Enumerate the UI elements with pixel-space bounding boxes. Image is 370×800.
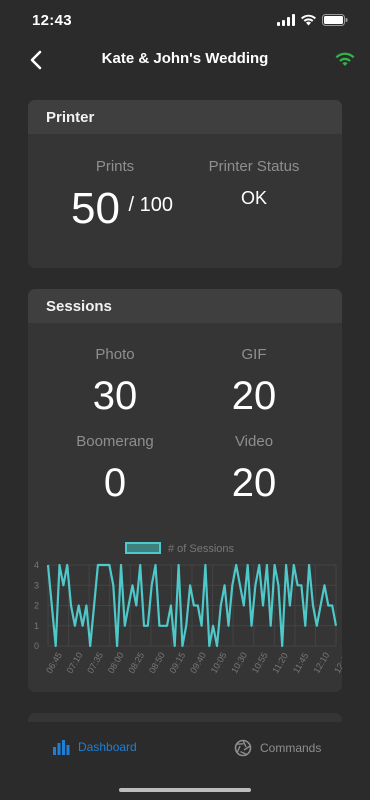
- x-tick-label: 08:50: [147, 650, 167, 675]
- gif-value: 20: [231, 374, 277, 418]
- x-tick-label: 10:05: [209, 650, 229, 675]
- gif-label: GIF: [241, 346, 267, 363]
- status-time: 12:43: [32, 11, 72, 29]
- prints-label: Prints: [95, 158, 135, 175]
- x-tick-label: 06:45: [44, 650, 64, 675]
- x-tick-label: 12:40: [332, 650, 342, 675]
- tab-commands-label: Commands: [260, 741, 322, 755]
- x-tick-label: 08:00: [106, 650, 126, 675]
- connection-wifi-icon[interactable]: [334, 50, 356, 68]
- cellular-signal-icon: [277, 14, 295, 26]
- x-tick-label: 10:30: [229, 650, 249, 675]
- x-tick-label: 10:55: [250, 650, 270, 675]
- x-tick-label: 11:20: [270, 651, 290, 675]
- x-tick-label: 11:45: [291, 651, 311, 675]
- boomerang-label: Boomerang: [76, 433, 154, 450]
- x-tick-label: 09:15: [168, 650, 188, 675]
- bar-chart-icon: [53, 740, 70, 755]
- sessions-card: Sessions Photo 30 GIF 20 Boomerang 0 Vid…: [28, 289, 342, 692]
- photo-value: 30: [92, 374, 138, 418]
- battery-icon: [322, 14, 348, 26]
- tab-commands[interactable]: Commands: [234, 739, 321, 757]
- wifi-status-icon: [301, 14, 316, 26]
- home-indicator: [119, 788, 251, 792]
- printer-card: Printer Prints 50 / 100 Printer Status O…: [28, 100, 342, 268]
- prints-readout: 50 / 100: [62, 184, 182, 234]
- tab-dashboard-label: Dashboard: [78, 740, 137, 754]
- tab-dashboard[interactable]: Dashboard: [52, 739, 137, 755]
- x-tick-label: 09:40: [188, 650, 208, 675]
- prints-total: / 100: [128, 194, 173, 216]
- y-tick-label: 3: [34, 580, 39, 590]
- y-tick-label: 4: [34, 560, 39, 570]
- sessions-line-chart: # of Sessions0123406:45 07:10 07:35 08:00 08…: [34, 542, 342, 675]
- prints-count: 50: [71, 184, 120, 233]
- video-value: 20: [231, 461, 277, 505]
- video-label: Video: [234, 433, 274, 450]
- status-bar: 12:43: [0, 0, 370, 40]
- photo-label: Photo: [95, 346, 135, 363]
- aperture-icon: [234, 739, 252, 757]
- sessions-card-header: Sessions: [28, 289, 342, 323]
- x-tick-label: 08:25: [126, 650, 146, 675]
- boomerang-value: 0: [103, 461, 127, 505]
- y-tick-label: 0: [34, 641, 39, 651]
- legend-swatch: [125, 542, 161, 554]
- y-tick-label: 1: [34, 621, 39, 631]
- status-icons: [277, 14, 348, 26]
- page-title: Kate & John's Wedding: [101, 50, 269, 67]
- y-tick-label: 2: [34, 601, 39, 611]
- x-tick-label: 07:35: [85, 650, 105, 675]
- printer-status-value: OK: [240, 188, 267, 208]
- printer-card-header: Printer: [28, 100, 342, 134]
- x-tick-label: 12:10: [312, 650, 332, 675]
- nav-bar: Kate & John's Wedding: [0, 40, 370, 80]
- printer-status-label: Printer Status: [208, 158, 300, 175]
- x-tick-label: 07:10: [65, 650, 85, 675]
- legend-label: # of Sessions: [168, 543, 235, 555]
